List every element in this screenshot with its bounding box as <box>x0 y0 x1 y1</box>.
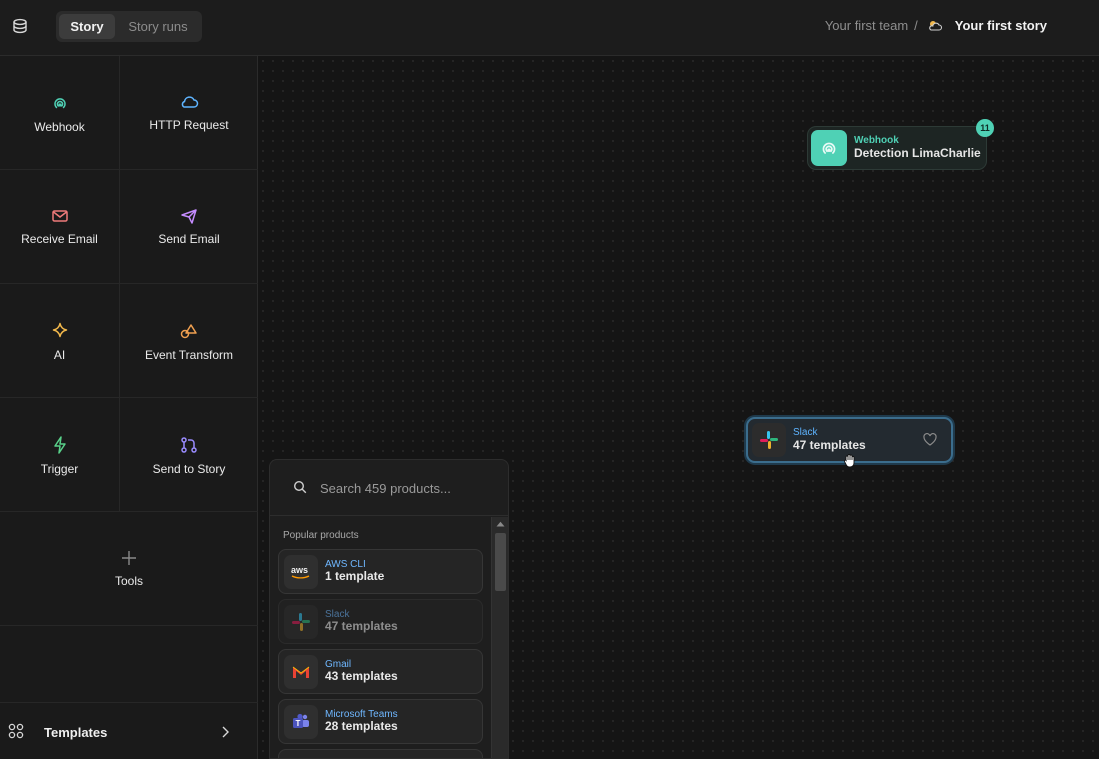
webhook-node[interactable]: Webhook Detection LimaCharlie 11 <box>807 119 994 170</box>
slack-logo-icon <box>284 604 318 639</box>
webhook-icon <box>822 142 836 154</box>
action-tools[interactable]: Tools <box>0 512 258 626</box>
sparkle-icon <box>52 322 67 338</box>
teams-logo-icon: T <box>284 704 318 739</box>
database-menu-icon <box>13 18 27 34</box>
gmail-logo-icon <box>284 654 318 689</box>
action-label: Webhook <box>34 120 85 134</box>
node-name: 47 templates <box>793 437 866 452</box>
action-webhook[interactable]: Webhook <box>0 56 119 170</box>
branch-icon <box>181 437 197 453</box>
cloud-icon <box>181 96 199 108</box>
action-event-transform[interactable]: Event Transform <box>119 284 258 398</box>
menu-button[interactable] <box>6 12 34 40</box>
heart-icon[interactable] <box>923 433 937 446</box>
product-aws-cli[interactable]: aws AWS CLI 1 template <box>278 549 483 594</box>
product-list-scrollbar[interactable] <box>491 517 508 758</box>
action-label: Receive Email <box>21 232 98 246</box>
product-template-count: 28 templates <box>325 719 398 734</box>
event-count-badge: 11 <box>976 119 994 137</box>
product-next[interactable] <box>278 749 483 758</box>
templates-toggle[interactable]: Templates <box>0 702 258 759</box>
webhook-node-icon <box>811 130 847 166</box>
search-row <box>270 460 508 516</box>
product-microsoft-teams[interactable]: T Microsoft Teams 28 templates <box>278 699 483 744</box>
product-template-count: 43 templates <box>325 669 398 684</box>
action-label: Send Email <box>158 232 220 246</box>
search-icon <box>293 480 307 494</box>
plus-icon <box>122 551 136 565</box>
action-http-request[interactable]: HTTP Request <box>119 56 258 170</box>
action-label: Event Transform <box>144 348 234 362</box>
action-send-to-story[interactable]: Send to Story <box>119 398 258 512</box>
shapes-icon <box>180 324 197 339</box>
product-list: aws AWS CLI 1 template Slack 47 template… <box>278 549 484 758</box>
aws-logo-icon: aws <box>284 554 318 589</box>
breadcrumb: Your first team / Your first story <box>825 18 1047 33</box>
action-receive-email[interactable]: Receive Email <box>0 170 119 284</box>
product-template-count: 1 template <box>325 569 385 584</box>
grid-icon <box>8 723 24 739</box>
webhook-icon <box>53 98 66 109</box>
action-label: AI <box>53 348 66 362</box>
grab-cursor-icon <box>844 454 855 468</box>
templates-label: Templates <box>44 725 108 740</box>
story-cloud-icon <box>928 20 942 31</box>
action-label: Trigger <box>40 462 79 476</box>
product-picker-panel: Popular products aws AWS CLI 1 template <box>269 459 509 759</box>
product-slack[interactable]: Slack 47 templates <box>278 599 483 644</box>
breadcrumb-story[interactable]: Your first story <box>955 18 1047 33</box>
node-name: Detection LimaCharlie <box>854 145 981 160</box>
action-ai[interactable]: AI <box>0 284 119 398</box>
chevron-right-icon <box>222 726 229 738</box>
scroll-up-arrow-icon[interactable] <box>496 521 505 527</box>
scroll-thumb[interactable] <box>495 533 506 591</box>
svg-text:T: T <box>296 719 301 728</box>
action-sidebar: Webhook HTTP Request Receive Email Send … <box>0 56 258 759</box>
breadcrumb-separator: / <box>914 18 918 33</box>
mail-icon <box>51 210 68 222</box>
product-gmail[interactable]: Gmail 43 templates <box>278 649 483 694</box>
product-template-count: 47 templates <box>325 619 398 634</box>
breadcrumb-team[interactable]: Your first team <box>825 18 908 33</box>
story-tabs: Story Story runs <box>56 11 202 42</box>
action-send-email[interactable]: Send Email <box>119 170 258 284</box>
product-search-input[interactable] <box>320 477 500 499</box>
tab-story-runs[interactable]: Story runs <box>117 14 199 39</box>
slack-node-logo <box>752 423 786 457</box>
action-trigger[interactable]: Trigger <box>0 398 119 512</box>
slack-logo-icon <box>760 431 778 449</box>
send-icon <box>181 209 197 224</box>
section-label: Popular products <box>283 530 359 541</box>
bolt-icon <box>53 436 66 454</box>
top-bar: Story Story runs Your first team / Your … <box>0 0 1099 56</box>
tab-story[interactable]: Story <box>59 14 115 39</box>
action-label: Tools <box>114 574 143 588</box>
action-label: HTTP Request <box>149 118 229 132</box>
svg-text:aws: aws <box>291 565 308 575</box>
action-label: Send to Story <box>152 462 226 476</box>
